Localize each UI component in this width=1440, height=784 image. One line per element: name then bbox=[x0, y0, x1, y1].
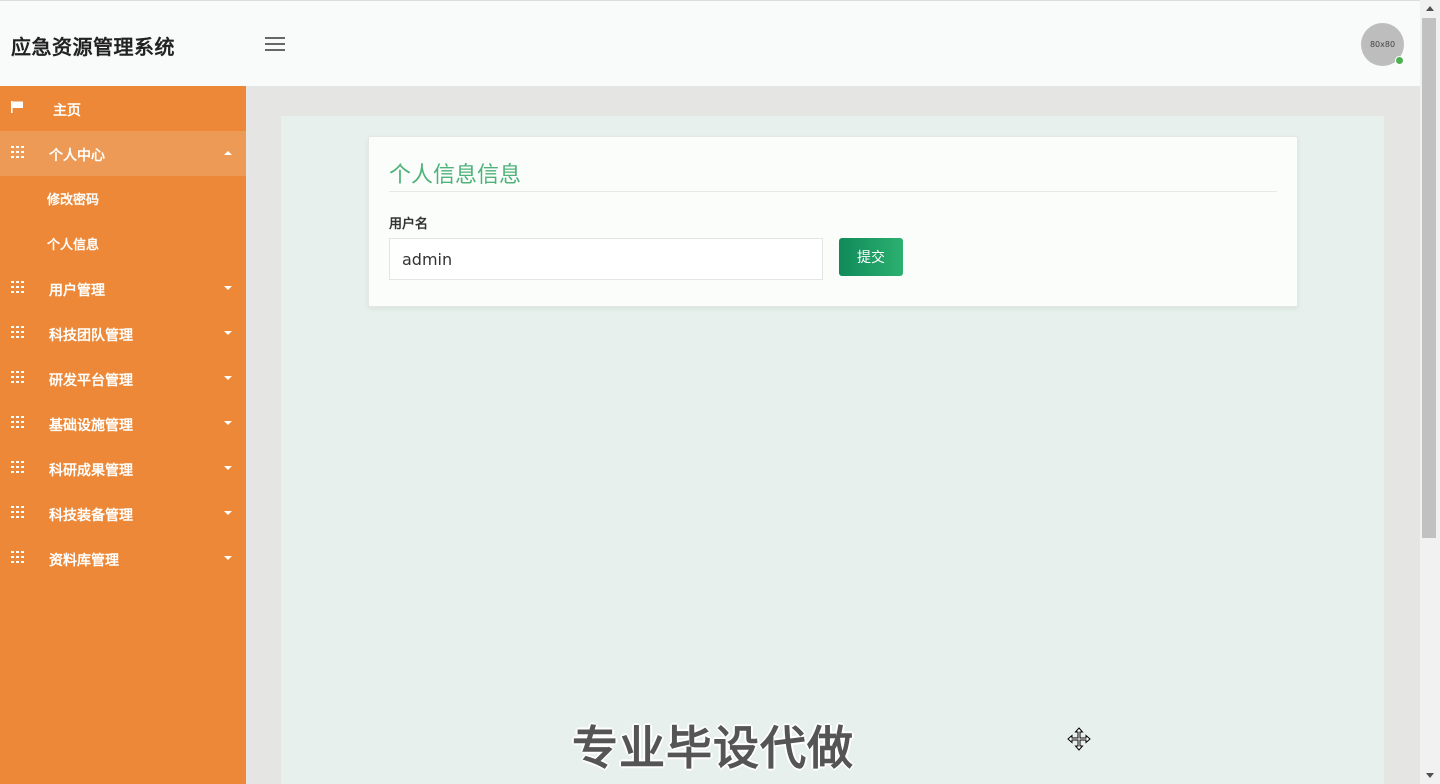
grid-icon bbox=[11, 416, 24, 428]
sidebar: 主页 个人中心 修改密码 个人信息 用户管理 科技团队管理 研发平台管理 基础设… bbox=[0, 86, 246, 784]
sidebar-subitem-label: 个人信息 bbox=[47, 238, 100, 253]
grid-icon bbox=[11, 146, 24, 158]
username-label: 用户名 bbox=[389, 217, 429, 232]
chevron-down-icon bbox=[224, 421, 232, 425]
sidebar-item-research-results[interactable]: 科研成果管理 bbox=[0, 446, 246, 491]
sidebar-item-tech-team[interactable]: 科技团队管理 bbox=[0, 311, 246, 356]
sidebar-item-user-management[interactable]: 用户管理 bbox=[0, 266, 246, 311]
grid-icon bbox=[11, 371, 24, 383]
flag-icon bbox=[11, 101, 23, 113]
sidebar-item-label: 主页 bbox=[53, 103, 81, 119]
sidebar-item-tech-equipment[interactable]: 科技装备管理 bbox=[0, 491, 246, 536]
sidebar-subitem-change-password[interactable]: 修改密码 bbox=[0, 176, 246, 221]
vertical-scrollbar[interactable] bbox=[1420, 0, 1440, 784]
scroll-up-arrow-icon[interactable] bbox=[1426, 6, 1434, 11]
scrollbar-thumb[interactable] bbox=[1422, 18, 1436, 538]
chevron-down-icon bbox=[224, 376, 232, 380]
sidebar-item-label: 科技团队管理 bbox=[49, 328, 133, 344]
grid-icon bbox=[11, 326, 24, 338]
sidebar-item-label: 用户管理 bbox=[49, 283, 105, 299]
personal-info-card: 个人信息信息 用户名 提交 bbox=[368, 136, 1298, 307]
sidebar-item-database[interactable]: 资料库管理 bbox=[0, 536, 246, 581]
chevron-down-icon bbox=[224, 466, 232, 470]
app-title: 应急资源管理系统 bbox=[11, 35, 175, 59]
watermark-text: 专业毕设代做 bbox=[572, 721, 854, 775]
chevron-down-icon bbox=[224, 331, 232, 335]
scroll-down-arrow-icon[interactable] bbox=[1426, 773, 1434, 778]
sidebar-item-label: 科研成果管理 bbox=[49, 463, 133, 479]
move-cursor-icon bbox=[1067, 727, 1091, 751]
sidebar-item-label: 资料库管理 bbox=[49, 553, 119, 569]
sidebar-item-rd-platform[interactable]: 研发平台管理 bbox=[0, 356, 246, 401]
sidebar-subitem-label: 修改密码 bbox=[47, 193, 100, 208]
grid-icon bbox=[11, 281, 24, 293]
divider bbox=[389, 191, 1277, 192]
grid-icon bbox=[11, 506, 24, 518]
chevron-down-icon bbox=[224, 286, 232, 290]
sidebar-item-label: 研发平台管理 bbox=[49, 373, 133, 389]
chevron-down-icon bbox=[224, 556, 232, 560]
username-input[interactable] bbox=[389, 238, 823, 280]
top-header: 应急资源管理系统 bbox=[0, 0, 1420, 86]
sidebar-item-infrastructure[interactable]: 基础设施管理 bbox=[0, 401, 246, 446]
chevron-down-icon bbox=[224, 511, 232, 515]
sidebar-item-home[interactable]: 主页 bbox=[0, 86, 246, 131]
sidebar-subitem-personal-info[interactable]: 个人信息 bbox=[0, 221, 246, 266]
submit-button[interactable]: 提交 bbox=[839, 238, 903, 276]
sidebar-item-label: 基础设施管理 bbox=[49, 418, 133, 434]
card-title: 个人信息信息 bbox=[389, 163, 522, 188]
sidebar-item-label: 个人中心 bbox=[49, 148, 105, 164]
sidebar-item-label: 科技装备管理 bbox=[49, 508, 133, 524]
sidebar-item-personal-center[interactable]: 个人中心 bbox=[0, 131, 246, 176]
hamburger-icon[interactable] bbox=[265, 37, 285, 53]
online-status-dot bbox=[1395, 56, 1404, 65]
grid-icon bbox=[11, 461, 24, 473]
grid-icon bbox=[11, 551, 24, 563]
chevron-up-icon bbox=[224, 151, 232, 155]
